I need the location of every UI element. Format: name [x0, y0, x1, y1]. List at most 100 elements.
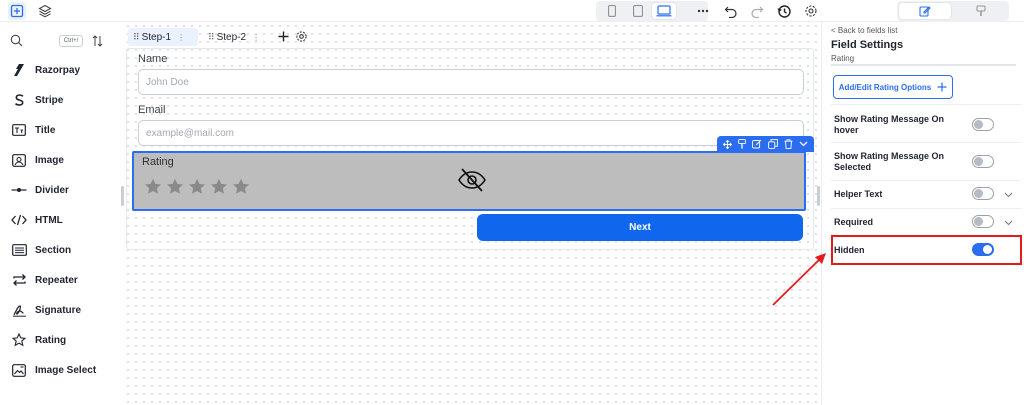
helper-text-toggle[interactable] [972, 187, 994, 200]
rating-field-selected[interactable]: Rating [132, 136, 814, 211]
panel-resize-handle[interactable] [817, 186, 820, 206]
desktop-view-icon[interactable] [652, 3, 676, 19]
tab-step-1[interactable]: ⠿ Step-1 ⋮ [128, 28, 198, 46]
back-to-fields-link[interactable]: < Back to fields list [831, 26, 897, 35]
sidebar-item-label: Stripe [35, 94, 64, 106]
star-icon [233, 178, 249, 194]
step-label: Step-1 [141, 31, 172, 43]
delete-icon[interactable] [784, 139, 793, 149]
field-action-toolbar [717, 136, 814, 152]
search-icon [10, 34, 23, 47]
redo-icon[interactable] [748, 2, 766, 20]
name-placeholder: John Doe [146, 76, 189, 88]
setting-row-required: Required [831, 208, 1021, 236]
sidebar-item-label: Title [35, 124, 56, 136]
title-icon [11, 122, 27, 138]
sort-icon[interactable] [92, 35, 103, 47]
rating-label: Rating [142, 156, 174, 168]
sidebar-item-html[interactable]: HTML [0, 205, 118, 235]
sidebar-item-image-select[interactable]: Image Select [0, 355, 118, 385]
panel-title: Field Settings [831, 39, 904, 51]
sidebar-item-razorpay[interactable]: Razorpay [0, 55, 118, 85]
form-canvas: ⠿ Step-1 ⋮ ⠿ Step-2 ⋮ Name John Doe Emai… [124, 22, 821, 405]
sidebar-item-label: Signature [35, 304, 82, 316]
sidebar-item-rating[interactable]: Rating [0, 325, 118, 355]
sidebar-item-stripe[interactable]: Stripe [0, 85, 118, 115]
stripe-icon [11, 92, 27, 108]
setting-label: Show Rating Message On Selected [834, 151, 945, 172]
style-settings-tab[interactable] [955, 3, 1007, 19]
more-icon[interactable] [694, 2, 712, 20]
search-shortcut-badge: Ctrl+/ [59, 35, 83, 47]
sidebar-item-repeater[interactable]: Repeater [0, 265, 118, 295]
setting-label: Helper Text [834, 189, 883, 199]
sidebar-item-title[interactable]: Title [0, 115, 118, 145]
mobile-view-icon[interactable] [600, 3, 624, 19]
duplicate-icon[interactable] [768, 139, 778, 149]
sidebar-item-signature[interactable]: Signature [0, 295, 118, 325]
name-field[interactable]: John Doe [138, 69, 804, 95]
tablet-view-icon[interactable] [626, 3, 650, 19]
step-menu-icon[interactable]: ⋮ [177, 33, 185, 42]
step-settings-icon[interactable] [295, 30, 308, 43]
field-settings-panel: < Back to fields list Field Settings Rat… [821, 22, 1024, 405]
step-menu-icon[interactable]: ⋮ [252, 33, 260, 42]
code-icon [11, 212, 27, 228]
email-label: Email [138, 104, 166, 116]
style-icon[interactable] [738, 139, 746, 149]
layers-icon[interactable] [36, 2, 54, 20]
history-icon[interactable] [775, 2, 793, 20]
top-toolbar [0, 0, 1024, 22]
plus-icon [937, 82, 947, 92]
sidebar-item-image[interactable]: Image [0, 145, 118, 175]
element-search[interactable]: Ctrl+/ [0, 30, 118, 52]
sidebar-item-label: Image [35, 154, 64, 166]
edit-icon[interactable] [752, 139, 762, 149]
sidebar-item-label: Repeater [35, 274, 78, 286]
star-icon [11, 332, 27, 348]
sidebar-item-section[interactable]: Section [0, 235, 118, 265]
device-switcher [596, 1, 708, 21]
drag-grip-icon[interactable]: ⠿ [208, 32, 215, 43]
setting-label: Required [834, 217, 874, 227]
settings-icon[interactable] [802, 2, 820, 20]
tab-step-2[interactable]: ⠿ Step-2 ⋮ [203, 28, 273, 46]
image-icon [11, 152, 27, 168]
razorpay-icon [11, 62, 27, 78]
element-sidebar: Ctrl+/ Razorpay Stripe Title Image Divid… [0, 22, 118, 405]
required-toggle[interactable] [972, 215, 994, 228]
sidebar-item-label: Razorpay [35, 64, 81, 76]
email-field[interactable]: example@mail.com [138, 120, 804, 146]
drag-grip-icon[interactable]: ⠿ [133, 32, 140, 43]
selected-message-toggle[interactable] [972, 155, 994, 168]
add-element-icon[interactable] [8, 2, 26, 20]
add-step-icon[interactable] [277, 30, 290, 43]
sidebar-item-label: HTML [35, 214, 63, 226]
hover-message-toggle[interactable] [972, 118, 994, 131]
collapse-chevron-icon[interactable] [799, 141, 808, 147]
sidebar-item-label: Section [35, 244, 72, 256]
edit-settings-tab[interactable] [899, 3, 951, 19]
next-button[interactable]: Next [477, 214, 803, 241]
panel-subtitle: Rating [831, 54, 855, 63]
move-icon[interactable] [723, 139, 732, 149]
image-select-icon [11, 362, 27, 378]
chevron-down-icon[interactable] [1004, 218, 1013, 227]
undo-icon[interactable] [722, 2, 740, 20]
setting-label: Show Rating Message On hover [834, 114, 945, 135]
step-label: Step-2 [216, 31, 247, 43]
setting-row-hover-message: Show Rating Message On hover [831, 104, 1021, 142]
signature-icon [11, 302, 27, 318]
sidebar-item-divider[interactable]: Divider [0, 175, 118, 205]
setting-row-helper-text: Helper Text [831, 180, 1021, 208]
panel-tab-switcher [897, 1, 1009, 21]
add-edit-rating-options-button[interactable]: Add/Edit Rating Options [833, 75, 953, 99]
sidebar-item-label: Divider [35, 184, 69, 196]
chevron-down-icon[interactable] [1004, 190, 1013, 199]
sidebar-item-label: Image Select [35, 364, 97, 376]
divider [831, 64, 1016, 66]
sidebar-item-label: Rating [35, 334, 67, 346]
star-icon [189, 178, 205, 194]
name-label: Name [138, 53, 168, 65]
divider-icon [11, 182, 27, 198]
